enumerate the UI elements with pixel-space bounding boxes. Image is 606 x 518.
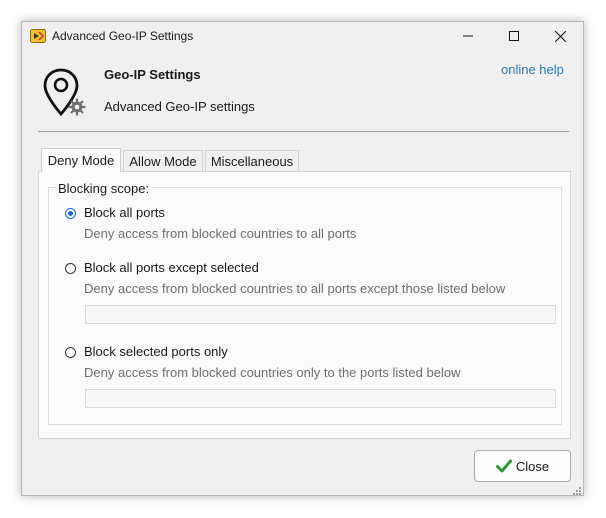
tab-miscellaneous[interactable]: Miscellaneous bbox=[205, 150, 299, 171]
block-all-except-label[interactable]: Block all ports except selected bbox=[84, 260, 259, 275]
checkmark-icon bbox=[495, 459, 512, 473]
tab-deny-mode[interactable]: Deny Mode bbox=[41, 148, 121, 172]
window-title: Advanced Geo-IP Settings bbox=[52, 29, 194, 43]
location-pin-gear-icon bbox=[42, 67, 88, 117]
app-icon bbox=[30, 28, 46, 44]
block-all-ports-radio[interactable] bbox=[65, 208, 76, 219]
selected-ports-input[interactable] bbox=[85, 389, 556, 408]
block-all-except-description: Deny access from blocked countries to al… bbox=[84, 281, 506, 296]
minimize-button[interactable] bbox=[445, 22, 491, 50]
header-subtitle: Advanced Geo-IP settings bbox=[104, 99, 255, 114]
resize-grip-icon[interactable] bbox=[571, 483, 581, 495]
maximize-icon bbox=[509, 31, 519, 41]
block-selected-only-label[interactable]: Block selected ports only bbox=[84, 344, 228, 359]
close-icon bbox=[554, 30, 566, 42]
close-button[interactable]: Close bbox=[474, 450, 571, 482]
maximize-button[interactable] bbox=[491, 22, 537, 50]
close-button-label: Close bbox=[515, 458, 550, 474]
deny-mode-panel: Blocking scope: Block all ports Deny acc… bbox=[38, 171, 571, 439]
online-help-link[interactable]: online help bbox=[501, 62, 564, 77]
block-selected-only-description: Deny access from blocked countries only … bbox=[84, 365, 461, 380]
block-selected-only-radio[interactable] bbox=[65, 347, 76, 358]
header-separator bbox=[38, 131, 569, 132]
minimize-icon bbox=[463, 35, 473, 37]
header-title: Geo-IP Settings bbox=[104, 67, 201, 82]
title-bar[interactable]: Advanced Geo-IP Settings bbox=[22, 22, 583, 50]
block-all-except-radio[interactable] bbox=[65, 263, 76, 274]
tab-allow-mode[interactable]: Allow Mode bbox=[123, 150, 203, 171]
close-window-button[interactable] bbox=[537, 22, 583, 50]
blocking-scope-label: Blocking scope: bbox=[56, 181, 152, 196]
except-ports-input[interactable] bbox=[85, 305, 556, 324]
block-all-ports-description: Deny access from blocked countries to al… bbox=[84, 226, 357, 241]
settings-window: Advanced Geo-IP Settings Geo-IP Settings… bbox=[21, 21, 584, 496]
block-all-ports-label[interactable]: Block all ports bbox=[84, 205, 165, 220]
